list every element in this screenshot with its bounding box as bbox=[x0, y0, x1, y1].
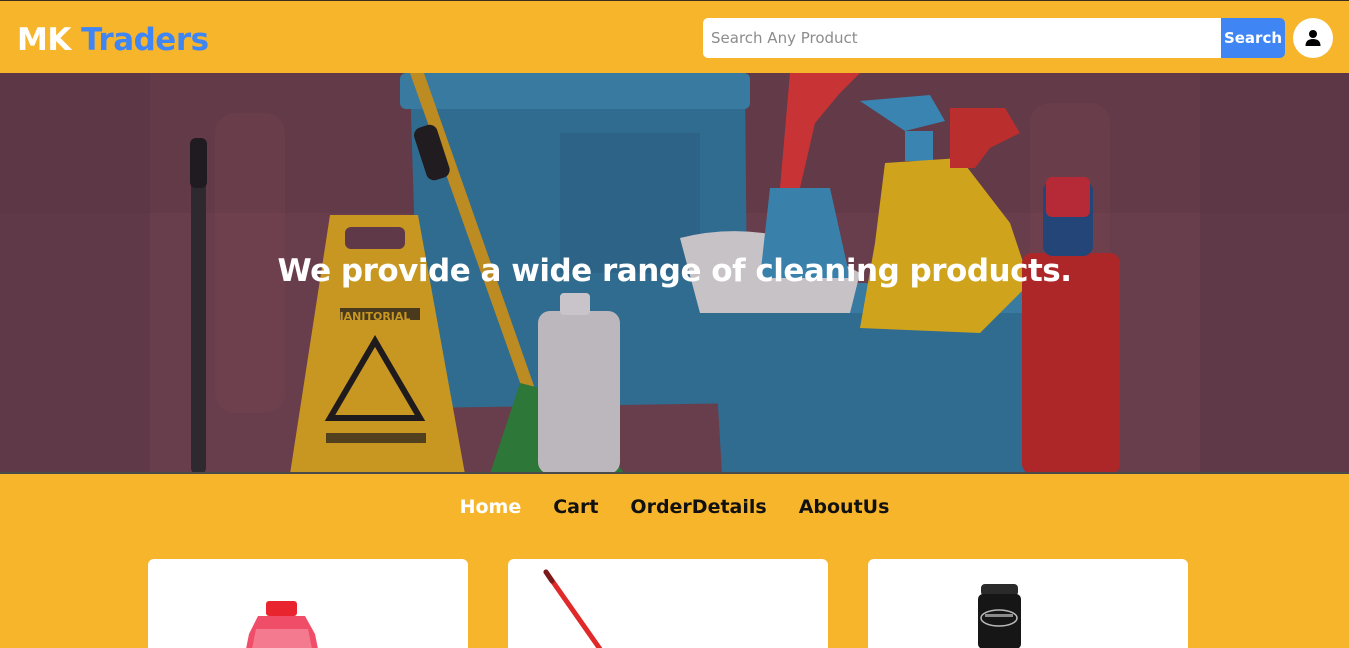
product-image-red-mop-handle bbox=[543, 569, 603, 648]
top-bar: MK Traders Search bbox=[0, 0, 1349, 73]
brand-name-part1: MK bbox=[17, 22, 71, 58]
product-image-red-bottle bbox=[246, 601, 318, 648]
nav-item-home[interactable]: Home bbox=[460, 496, 522, 518]
brand-logo[interactable]: MK Traders bbox=[17, 20, 209, 60]
search-bar: Search bbox=[703, 18, 1285, 58]
brand-name-part2: Traders bbox=[81, 22, 209, 58]
hero-banner: JANITORIAL We provide a wide range of cl… bbox=[0, 73, 1349, 474]
nav-item-about-us[interactable]: AboutUs bbox=[799, 496, 890, 518]
product-image-black-spray-can bbox=[978, 584, 1021, 648]
product-card[interactable] bbox=[508, 559, 828, 648]
nav-item-order-details[interactable]: OrderDetails bbox=[630, 496, 766, 518]
user-account-button[interactable] bbox=[1293, 18, 1333, 58]
nav-item-cart[interactable]: Cart bbox=[553, 496, 598, 518]
product-card[interactable] bbox=[868, 559, 1188, 648]
product-card[interactable] bbox=[148, 559, 468, 648]
search-button[interactable]: Search bbox=[1221, 18, 1285, 58]
search-input[interactable] bbox=[703, 18, 1221, 58]
user-icon bbox=[1305, 30, 1321, 46]
main-nav: Home Cart OrderDetails AboutUs bbox=[0, 496, 1349, 518]
hero-tagline: We provide a wide range of cleaning prod… bbox=[277, 253, 1072, 289]
